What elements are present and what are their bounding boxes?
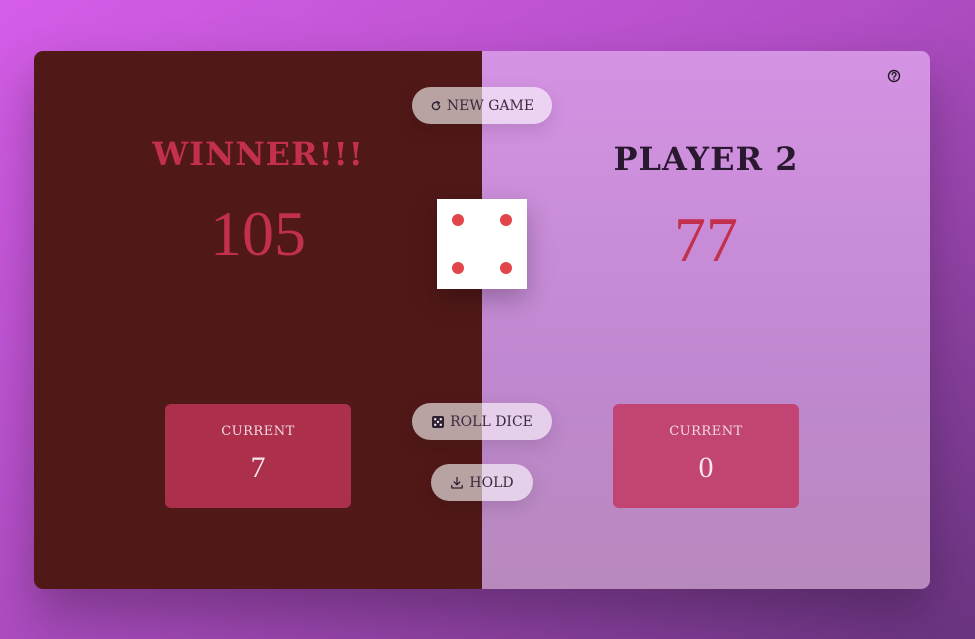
player-2-current-box: CURRENT 0 <box>613 404 799 508</box>
dice-icon <box>431 415 445 429</box>
player-1-score: 105 <box>210 198 306 269</box>
player-1-panel: WINNER!!! 105 CURRENT 7 <box>34 51 482 589</box>
roll-dice-label: ROLL DICE <box>450 413 533 430</box>
dice-pip <box>500 262 512 274</box>
roll-dice-button[interactable]: ROLL DICE <box>412 403 552 440</box>
dice-pip <box>452 214 464 226</box>
dice-pip <box>452 262 464 274</box>
player-1-name: WINNER!!! <box>152 135 364 173</box>
player-2-score: 77 <box>674 204 738 275</box>
new-game-label: NEW GAME <box>446 97 535 114</box>
download-icon <box>450 476 464 490</box>
player-1-current-box: CURRENT 7 <box>165 404 351 508</box>
player-2-current-score: 0 <box>698 451 714 484</box>
player-2-panel: PLAYER 2 77 CURRENT 0 <box>482 51 930 589</box>
refresh-icon <box>430 100 442 112</box>
player-2-current-label: CURRENT <box>669 424 743 439</box>
dice-pip <box>500 214 512 226</box>
game-board: WINNER!!! 105 CURRENT 7 PLAYER 2 77 CURR… <box>34 51 930 589</box>
hold-label: HOLD <box>469 474 514 491</box>
dice <box>437 199 527 289</box>
player-2-name: PLAYER 2 <box>613 140 799 178</box>
hold-button[interactable]: HOLD <box>431 464 533 501</box>
new-game-button[interactable]: NEW GAME <box>412 87 552 124</box>
player-1-current-score: 7 <box>250 451 266 484</box>
player-1-current-label: CURRENT <box>221 424 295 439</box>
help-icon[interactable] <box>887 68 901 83</box>
